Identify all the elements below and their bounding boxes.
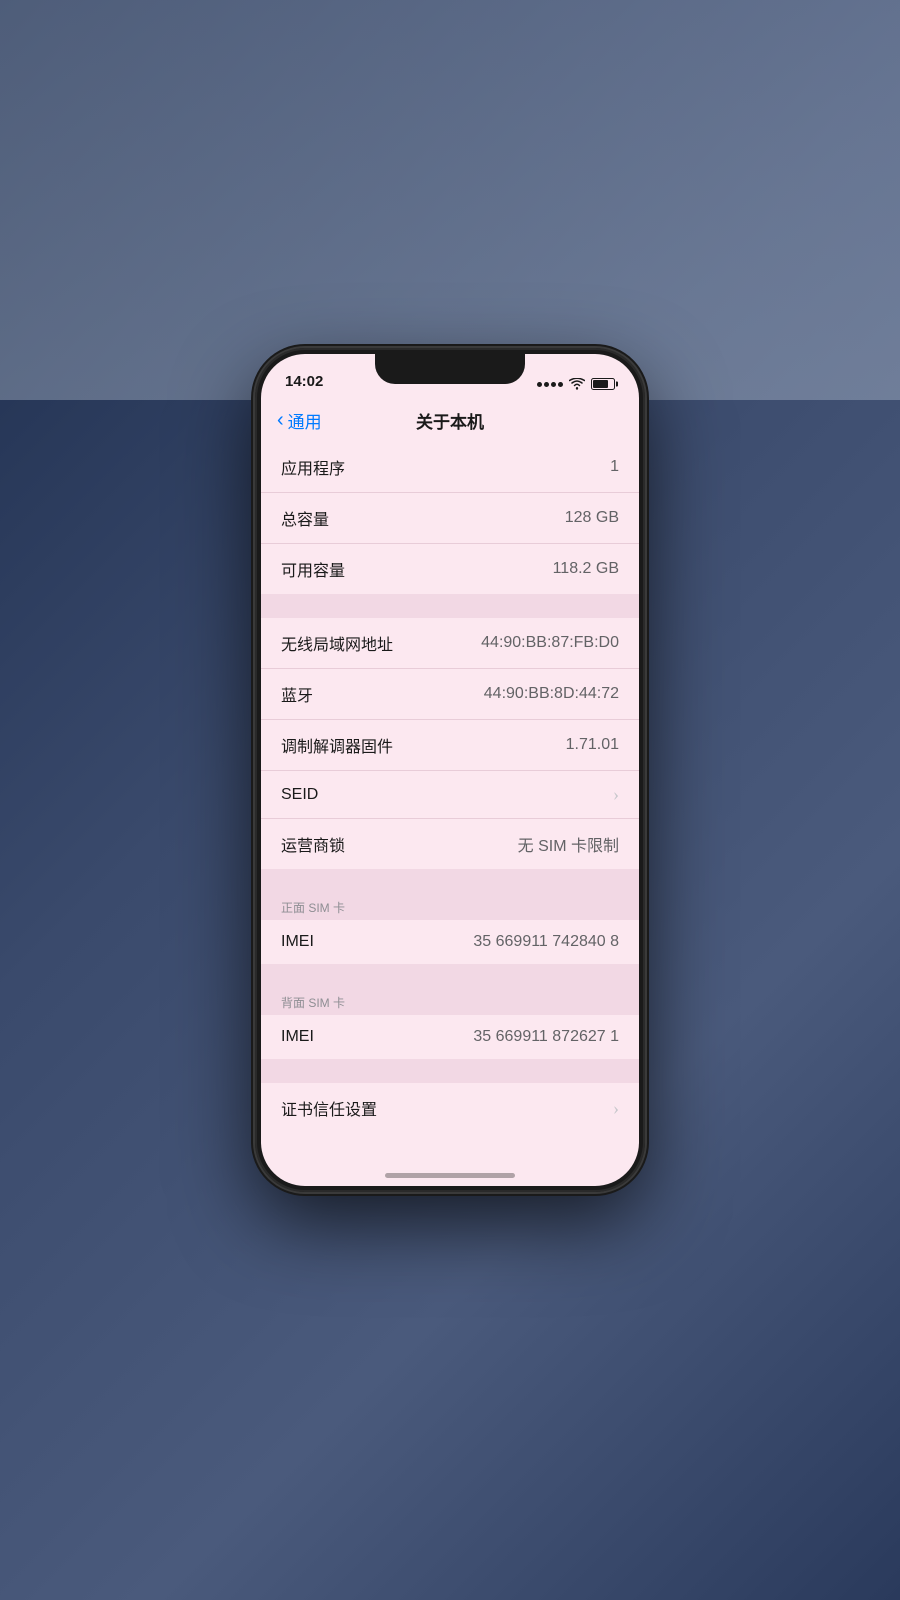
- row-imei-front: IMEI 35 669911 742840 8: [261, 920, 639, 964]
- row-carrier-value: 无 SIM 卡限制: [518, 832, 619, 856]
- settings-group-cert: 证书信任设置 ›: [261, 1083, 639, 1133]
- row-carrier-label: 运营商锁: [281, 832, 345, 856]
- row-apps-label: 应用程序: [281, 455, 345, 479]
- row-bluetooth-label: 蓝牙: [281, 682, 313, 706]
- row-imei-back-label: IMEI: [281, 1028, 314, 1046]
- row-seid-value-container: ›: [607, 784, 619, 805]
- row-cert-label: 证书信任设置: [281, 1096, 377, 1120]
- signal-dot-1: [537, 382, 542, 387]
- battery-icon: [591, 378, 615, 390]
- row-apps: 应用程序 1: [261, 442, 639, 493]
- row-cert-value-container: ›: [607, 1098, 619, 1119]
- row-carrier: 运营商锁 无 SIM 卡限制: [261, 819, 639, 869]
- row-seid[interactable]: SEID ›: [261, 771, 639, 819]
- spacer-2: [261, 869, 639, 893]
- row-wifi-value: 44:90:BB:87:FB:D0: [481, 634, 619, 652]
- row-bluetooth-value: 44:90:BB:8D:44:72: [484, 685, 619, 703]
- status-icons: [537, 378, 615, 390]
- row-apps-value: 1: [610, 458, 619, 476]
- signal-dot-4: [558, 382, 563, 387]
- row-capacity-value: 128 GB: [565, 509, 619, 527]
- home-indicator[interactable]: [385, 1173, 515, 1178]
- row-available-value: 118.2 GB: [553, 560, 619, 578]
- row-imei-back: IMEI 35 669911 872627 1: [261, 1015, 639, 1059]
- spacer-1: [261, 594, 639, 618]
- row-available: 可用容量 118.2 GB: [261, 544, 639, 594]
- nav-title: 关于本机: [416, 408, 484, 433]
- row-capacity: 总容量 128 GB: [261, 493, 639, 544]
- spacer-4: [261, 1059, 639, 1083]
- notch: [375, 354, 525, 384]
- status-time: 14:02: [285, 373, 323, 390]
- wifi-icon: [569, 378, 585, 390]
- nav-back-button[interactable]: ‹ 通用: [277, 408, 322, 433]
- sim-back-header: 背面 SIM 卡: [261, 988, 639, 1015]
- row-wifi-label: 无线局域网地址: [281, 631, 393, 655]
- row-seid-label: SEID: [281, 786, 318, 804]
- nav-back-label: 通用: [288, 408, 322, 433]
- nav-header: ‹ 通用 关于本机: [261, 398, 639, 442]
- row-imei-back-value: 35 669911 872627 1: [473, 1028, 619, 1046]
- signal-dot-3: [551, 382, 556, 387]
- spacer-3: [261, 964, 639, 988]
- content-area: 应用程序 1 总容量 128 GB 可用容量 118.2 GB: [261, 442, 639, 1186]
- settings-group-sim-back: 背面 SIM 卡 IMEI 35 669911 872627 1: [261, 988, 639, 1059]
- phone-screen: 14:02: [261, 354, 639, 1186]
- seid-chevron-icon: ›: [613, 784, 619, 805]
- battery-fill: [593, 380, 608, 388]
- signal-dots: [537, 382, 563, 387]
- row-wifi-mac: 无线局域网地址 44:90:BB:87:FB:D0: [261, 618, 639, 669]
- row-modem: 调制解调器固件 1.71.01: [261, 720, 639, 771]
- row-imei-front-value: 35 669911 742840 8: [473, 933, 619, 951]
- back-chevron-icon: ‹: [277, 410, 284, 430]
- bottom-padding: [261, 1133, 639, 1173]
- row-bluetooth: 蓝牙 44:90:BB:8D:44:72: [261, 669, 639, 720]
- signal-dot-2: [544, 382, 549, 387]
- row-available-label: 可用容量: [281, 557, 345, 581]
- row-imei-front-label: IMEI: [281, 933, 314, 951]
- row-modem-value: 1.71.01: [566, 736, 619, 754]
- cert-chevron-icon: ›: [613, 1098, 619, 1119]
- settings-group-network: 无线局域网地址 44:90:BB:87:FB:D0 蓝牙 44:90:BB:8D…: [261, 618, 639, 869]
- row-modem-label: 调制解调器固件: [281, 733, 393, 757]
- settings-group-sim-front: 正面 SIM 卡 IMEI 35 669911 742840 8: [261, 893, 639, 964]
- sim-front-header: 正面 SIM 卡: [261, 893, 639, 920]
- row-cert[interactable]: 证书信任设置 ›: [261, 1083, 639, 1133]
- phone-wrapper: 14:02: [255, 348, 645, 1192]
- phone-shell: 14:02: [255, 348, 645, 1192]
- settings-group-main: 应用程序 1 总容量 128 GB 可用容量 118.2 GB: [261, 442, 639, 594]
- row-capacity-label: 总容量: [281, 506, 329, 530]
- desktop-bg: [0, 0, 900, 400]
